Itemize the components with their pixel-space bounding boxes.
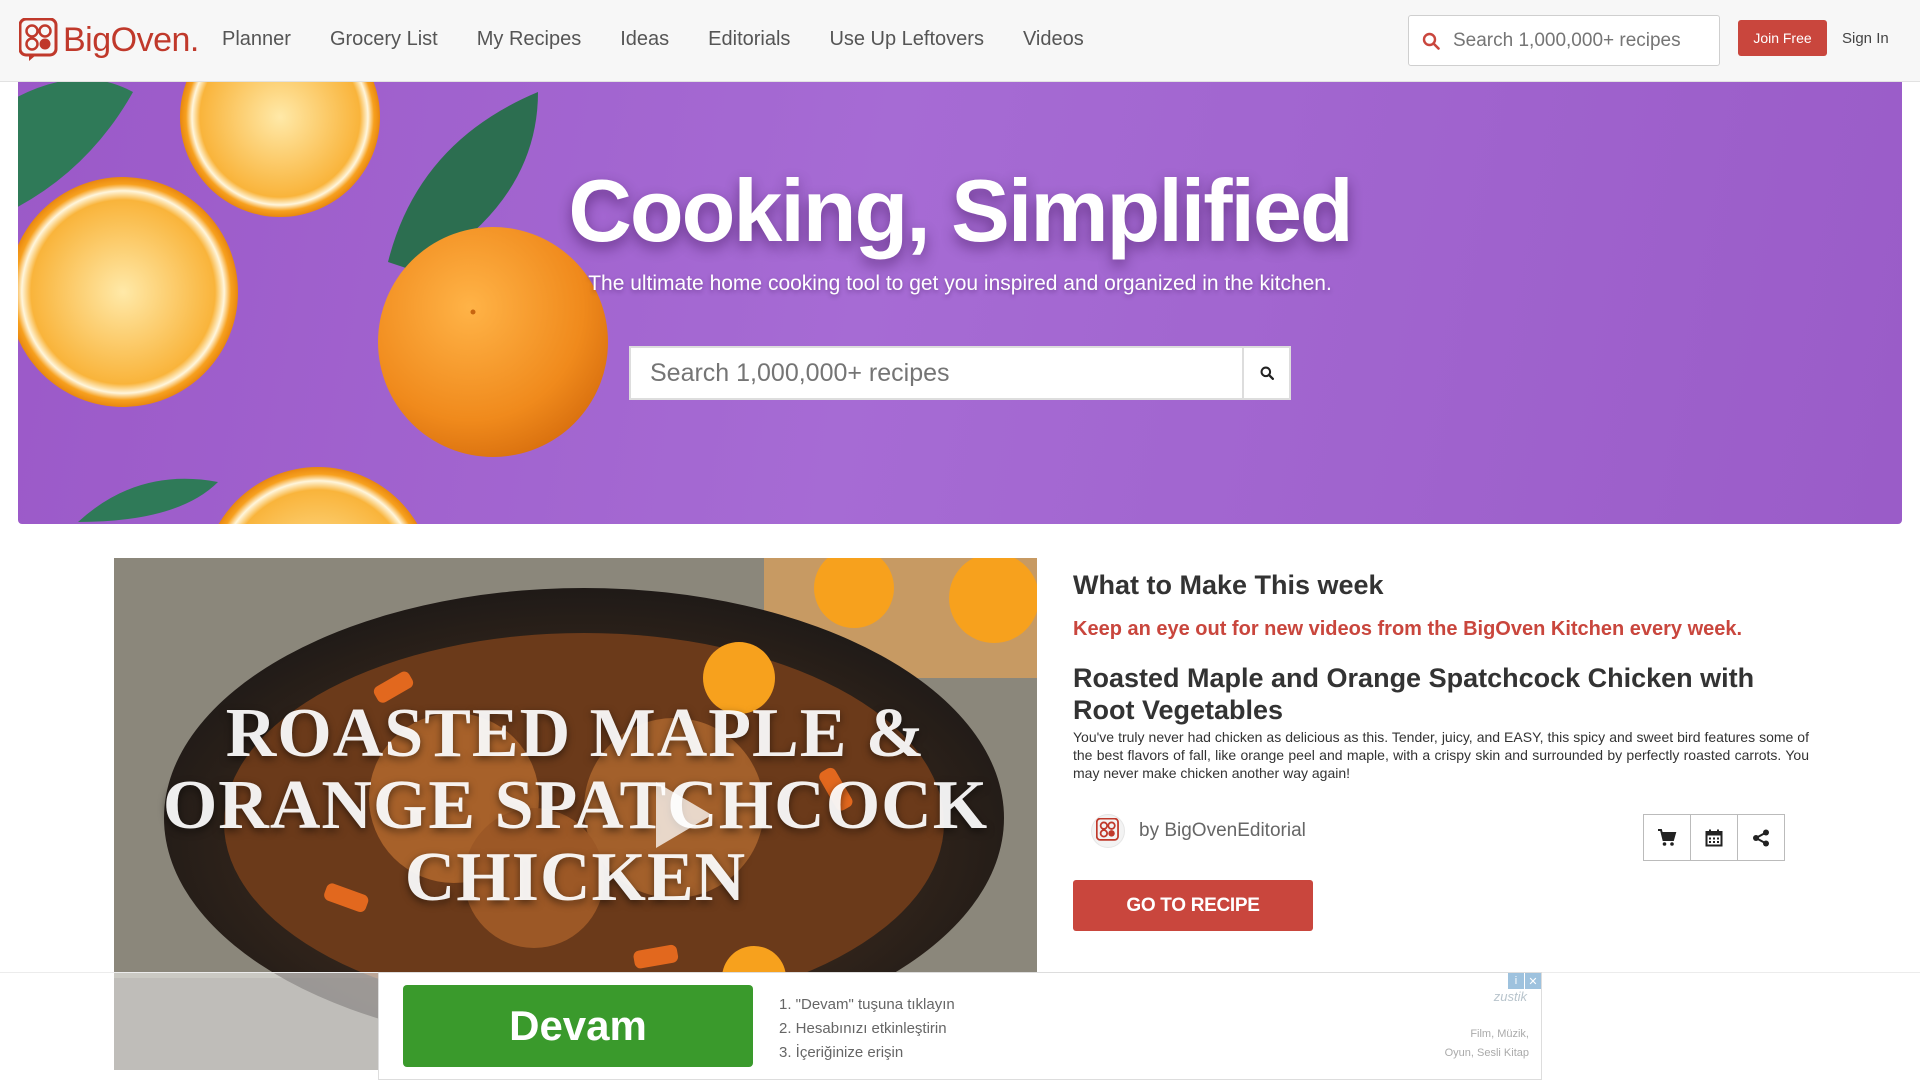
ad-info-icon[interactable]: i bbox=[1508, 973, 1524, 989]
advertisement-banner[interactable]: Devam 1. "Devam" tuşuna tıklayın 2. Hesa… bbox=[378, 972, 1542, 1080]
ad-controls: i ✕ bbox=[1507, 973, 1541, 989]
calendar-icon bbox=[1705, 829, 1723, 846]
search-icon bbox=[1409, 32, 1453, 50]
logo-text: BigOven. bbox=[63, 20, 199, 59]
ad-brand-logo: zustik bbox=[1493, 989, 1527, 1004]
bigoven-logo[interactable]: BigOven. bbox=[18, 17, 199, 62]
logo-icon bbox=[18, 17, 59, 62]
nav-videos[interactable]: Videos bbox=[1023, 28, 1084, 51]
add-to-planner-button[interactable] bbox=[1690, 814, 1738, 861]
ad-step: 3. İçeriğinize erişin bbox=[779, 1044, 904, 1061]
weekly-feature: What to Make This week Keep an eye out f… bbox=[1073, 570, 1809, 782]
recipe-actions bbox=[1643, 814, 1785, 861]
ad-steps-list: 1. "Devam" tuşuna tıklayın 2. Hesabınızı… bbox=[779, 993, 955, 1065]
nav-use-up-leftovers[interactable]: Use Up Leftovers bbox=[829, 28, 984, 51]
sign-in-link[interactable]: Sign In bbox=[1842, 30, 1889, 47]
header-search-input[interactable] bbox=[1453, 29, 1703, 52]
section-title: What to Make This week bbox=[1073, 570, 1384, 600]
author-avatar bbox=[1091, 814, 1125, 848]
nav-grocery-list[interactable]: Grocery List bbox=[330, 28, 438, 51]
header-search-box[interactable] bbox=[1408, 15, 1720, 66]
recipe-author[interactable]: by BigOvenEditorial bbox=[1091, 814, 1306, 848]
hero-subtitle: The ultimate home cooking tool to get yo… bbox=[588, 272, 1332, 295]
nav-planner[interactable]: Planner bbox=[222, 28, 291, 51]
cart-icon bbox=[1658, 828, 1677, 846]
share-button[interactable] bbox=[1737, 814, 1785, 861]
play-icon[interactable] bbox=[654, 780, 714, 850]
ad-continue-button[interactable]: Devam bbox=[403, 985, 753, 1067]
hero-search-button[interactable] bbox=[1242, 346, 1291, 400]
nav-my-recipes[interactable]: My Recipes bbox=[477, 28, 581, 51]
oranges-background-image bbox=[18, 82, 608, 524]
nav-ideas[interactable]: Ideas bbox=[620, 28, 669, 51]
nav-editorials[interactable]: Editorials bbox=[708, 28, 790, 51]
hero-search-input[interactable] bbox=[629, 346, 1242, 400]
ad-meta-text: Film, Müzik, Oyun, Sesli Kitap bbox=[1444, 1028, 1529, 1059]
join-free-button[interactable]: Join Free bbox=[1738, 20, 1827, 56]
author-name: by BigOvenEditorial bbox=[1139, 820, 1306, 841]
recipe-description: You've truly never had chicken as delici… bbox=[1073, 729, 1809, 781]
video-title-overlay: ROASTED MAPLE & ORANGE SPATCHCOCK CHICKE… bbox=[162, 695, 989, 916]
ad-step: 1. "Devam" tuşuna tıklayın bbox=[779, 996, 955, 1013]
hero-banner: Cooking, Simplified The ultimate home co… bbox=[18, 82, 1902, 524]
ad-close-icon[interactable]: ✕ bbox=[1525, 973, 1541, 989]
hero-title: Cooking, Simplified bbox=[568, 161, 1353, 260]
ad-step: 2. Hesabınızı etkinleştirin bbox=[779, 1020, 947, 1037]
recipe-title[interactable]: Roasted Maple and Orange Spatchcock Chic… bbox=[1073, 662, 1809, 726]
share-icon bbox=[1753, 829, 1769, 846]
hero-search-box bbox=[629, 346, 1291, 400]
go-to-recipe-button[interactable]: GO TO RECIPE bbox=[1073, 880, 1313, 931]
main-nav: Planner Grocery List My Recipes Ideas Ed… bbox=[222, 28, 1123, 51]
search-icon bbox=[1260, 366, 1274, 380]
section-tagline: Keep an eye out for new videos from the … bbox=[1073, 618, 1743, 640]
site-header: BigOven. Planner Grocery List My Recipes… bbox=[0, 0, 1920, 82]
add-to-grocery-button[interactable] bbox=[1643, 814, 1691, 861]
